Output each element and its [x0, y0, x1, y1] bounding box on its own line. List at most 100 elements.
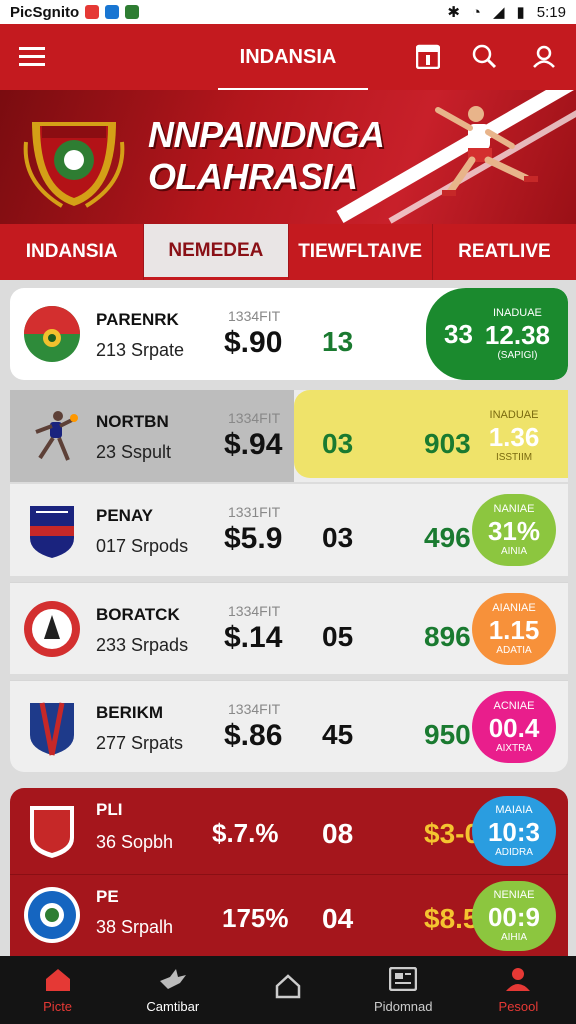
odds-sub: AINIA: [500, 545, 528, 557]
small-label: 1334FIT: [228, 308, 281, 324]
list-item[interactable]: PE 38 Srpalh 175% 04 $8.5 NENIAE 00:9 AI…: [10, 874, 568, 956]
score-value: 08: [322, 818, 354, 849]
team-sub: 213 Srpate: [96, 340, 185, 360]
home-icon: [45, 968, 70, 991]
odds-label: MAIAIA: [495, 803, 533, 816]
list-item[interactable]: PARENRK 213 Srpate 1334FIT $.90 13 33 IN…: [10, 288, 568, 380]
small-label: 1334FIT: [228, 701, 281, 717]
athlete-figure: [435, 106, 538, 196]
odds-pill[interactable]: NANIAE 31% AINIA: [472, 494, 556, 566]
search-button[interactable]: [466, 38, 502, 74]
team-logo: [30, 702, 74, 756]
price-value: 175%: [222, 903, 289, 933]
secondary-value: 496: [424, 522, 471, 553]
odds-pill[interactable]: INADUAE 1.36 ISSTIIM: [472, 400, 556, 472]
secondary-value: 903: [424, 428, 471, 459]
profile-button[interactable]: [526, 38, 562, 74]
odds-value: 00:9: [487, 901, 541, 932]
odds-sub: AIXTRA: [495, 742, 533, 754]
list-item[interactable]: PENAY 017 Srpods 1331FIT $5.9 03 496 NAN…: [10, 484, 568, 576]
banner-headline: NNPAINDNGA OLAHRASIA: [148, 114, 385, 198]
calendar-icon: [416, 44, 440, 69]
team-name: PE: [96, 887, 119, 906]
odds-prefix: 33: [444, 318, 473, 349]
team-sub: 23 Sspult: [96, 442, 172, 462]
odds-label: INADUAE: [493, 306, 542, 319]
odds-label: ACNIAE: [493, 699, 535, 712]
list-item[interactable]: BERIKM 277 Srpats 1334FIT $.86 45 950 AC…: [10, 680, 568, 772]
score-value: 05: [322, 621, 354, 652]
odds-value: 12.38: [484, 319, 550, 350]
team-name: PLI: [96, 800, 123, 819]
odds-sub: ISSTIIM: [495, 451, 533, 463]
small-label: 1334FIT: [228, 603, 281, 619]
secondary-value: 950: [424, 719, 471, 750]
player-figure: [35, 411, 78, 461]
score-value: 13: [322, 326, 354, 357]
nav-item-camtibar[interactable]: Camtibar: [115, 956, 230, 1024]
team-name: PENAY: [96, 506, 154, 525]
notification-icon: [125, 5, 140, 19]
crest-logo: [23, 122, 125, 208]
odds-pill[interactable]: MAIAIA 10:3 ADIDRA: [472, 796, 556, 866]
list-item[interactable]: PLI 36 Sopbh $.7.% 08 $3-0 MAIAIA 10:3 A…: [10, 788, 568, 874]
team-sub: 38 Srpalh: [96, 917, 174, 937]
category-tabs: INDANSIA NEMEDEA TIEWFLTAIVE REATLIVE: [0, 224, 576, 280]
tab-indansia[interactable]: INDANSIA: [0, 224, 145, 280]
odds-value: 31%: [487, 515, 541, 546]
nav-item-pesool[interactable]: Pesool: [461, 956, 576, 1024]
nav-item-home-outline[interactable]: [230, 956, 345, 1024]
list-item[interactable]: NORTBN 23 Sspult 1334FIT $.94 03 903 INA…: [10, 390, 568, 482]
odds-sub: AIHIA: [500, 931, 528, 943]
app-bar: INDANSIA: [0, 24, 576, 91]
signal-icon: ◢: [492, 4, 505, 21]
notification-icon: [85, 5, 100, 19]
team-logo: [24, 306, 80, 362]
price-value: $.86: [224, 719, 283, 752]
small-label: 1334FIT: [228, 410, 281, 426]
scores-list: PARENRK 213 Srpate 1334FIT $.90 13 33 IN…: [0, 280, 576, 956]
nav-item-picte[interactable]: Picte: [0, 956, 115, 1024]
odds-sub: ADATIA: [496, 644, 532, 656]
price-value: $.90: [224, 326, 283, 359]
user-icon: [533, 45, 555, 68]
list-item[interactable]: BORATCK 233 Srpads 1334FIT $.14 05 896 A…: [10, 582, 568, 674]
odds-label: INADUAE: [489, 408, 539, 421]
search-icon: [472, 44, 497, 69]
house-outline-icon: [275, 974, 301, 999]
person-icon: [506, 967, 531, 991]
odds-label: NANIAE: [493, 502, 535, 515]
tab-reatlive[interactable]: REATLIVE: [433, 224, 576, 280]
odds-value: 00.4: [488, 712, 540, 743]
odds-sub: (SAPIGI): [497, 349, 538, 361]
hero-banner[interactable]: NNPAINDNGA OLAHRASIA: [0, 90, 576, 224]
odds-pill[interactable]: ACNIAE 00.4 AIXTRA: [472, 691, 556, 763]
tab-tiewfltaive[interactable]: TIEWFLTAIVE: [289, 224, 433, 280]
team-name: BORATCK: [96, 605, 180, 624]
nav-item-pidomnad[interactable]: Pidomnad: [346, 956, 461, 1024]
team-sub: 233 Srpads: [96, 635, 189, 655]
team-name: NORTBN: [96, 412, 169, 431]
team-name: PARENRK: [96, 310, 179, 329]
battery-icon: ▮: [516, 4, 525, 21]
odds-pill[interactable]: 33 INADUAE 12.38 (SAPIGI): [426, 288, 568, 380]
banner-line-2: OLAHRASIA: [148, 156, 358, 197]
calendar-button[interactable]: [410, 38, 446, 74]
wifi-icon: ◔: [471, 3, 481, 21]
odds-pill[interactable]: NENIAE 00:9 AIHIA: [472, 881, 556, 951]
status-time: 5:19: [536, 3, 566, 21]
tab-nemedea[interactable]: NEMEDEA: [144, 224, 289, 280]
odds-value: 10:3: [487, 816, 541, 847]
notification-icon: [105, 5, 120, 19]
team-logo: [30, 806, 74, 858]
odds-pill[interactable]: AIANIAE 1.15 ADATIA: [472, 593, 556, 665]
price-value: $.7.%: [212, 818, 279, 848]
score-value: 03: [322, 522, 354, 553]
score-value: 04: [322, 903, 354, 934]
status-bar: PicSgnito ✱ ◔ ◢ ▮ 5:19: [0, 0, 576, 24]
small-label: 1331FIT: [228, 504, 281, 520]
nfc-icon: ✱: [447, 4, 460, 21]
odds-sub: ADIDRA: [495, 846, 533, 858]
odds-value: 1.15: [488, 614, 540, 645]
team-logo: [30, 506, 74, 558]
